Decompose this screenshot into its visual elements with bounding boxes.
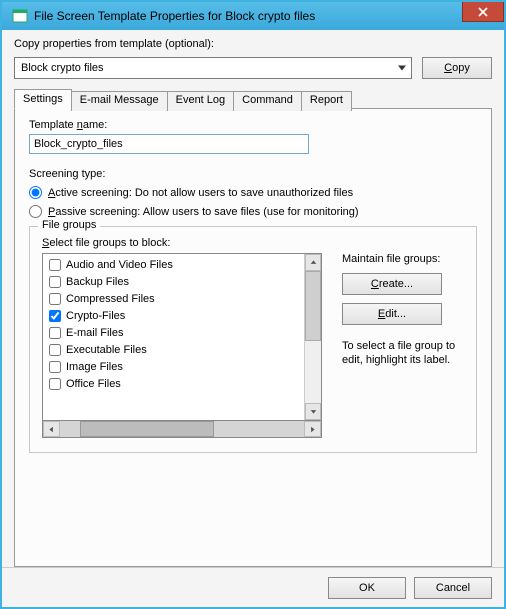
file-group-checkbox[interactable]	[49, 344, 61, 356]
file-group-checkbox[interactable]	[49, 259, 61, 271]
dialog-window: File Screen Template Properties for Bloc…	[0, 0, 506, 609]
radio-active-label: Active screening: Do not allow users to …	[48, 187, 353, 199]
file-group-label: Crypto-Files	[66, 310, 125, 322]
create-file-group-button[interactable]: Create...	[342, 273, 442, 295]
dialog-icon	[12, 8, 28, 24]
radio-passive-screening[interactable]: Passive screening: Allow users to save f…	[29, 205, 477, 218]
radio-active-input[interactable]	[29, 186, 42, 199]
tabstrip: Settings E-mail Message Event Log Comman…	[14, 89, 492, 109]
list-item[interactable]: Executable Files	[45, 341, 304, 358]
file-groups-listbox[interactable]: Audio and Video Files Backup Files Compres…	[42, 253, 322, 421]
file-group-label: E-mail Files	[66, 327, 123, 339]
close-button[interactable]	[462, 2, 504, 22]
copy-template-label: Copy properties from template (optional)…	[14, 38, 492, 50]
edit-file-group-button[interactable]: Edit...	[342, 303, 442, 325]
template-name-input[interactable]	[29, 134, 309, 154]
file-group-label: Audio and Video Files	[66, 259, 173, 271]
file-group-checkbox[interactable]	[49, 378, 61, 390]
scroll-up-button[interactable]	[305, 254, 321, 271]
radio-passive-label: Passive screening: Allow users to save f…	[48, 206, 359, 218]
file-group-checkbox[interactable]	[49, 276, 61, 288]
tab-panel-settings: Template name: Screening type: Active sc…	[14, 108, 492, 567]
file-group-label: Office Files	[66, 378, 121, 390]
radio-passive-input[interactable]	[29, 205, 42, 218]
scroll-right-button[interactable]	[304, 421, 321, 437]
hscroll-thumb[interactable]	[80, 421, 214, 437]
vertical-scrollbar[interactable]	[304, 254, 321, 420]
dialog-button-bar: OK Cancel	[2, 567, 504, 607]
file-group-label: Compressed Files	[66, 293, 155, 305]
file-groups-legend: File groups	[38, 219, 100, 231]
list-item[interactable]: Image Files	[45, 358, 304, 375]
cancel-button[interactable]: Cancel	[414, 577, 492, 599]
select-file-groups-label: Select file groups to block:	[42, 237, 464, 249]
screening-type-label: Screening type:	[29, 168, 477, 180]
file-group-label: Image Files	[66, 361, 123, 373]
scroll-left-button[interactable]	[43, 421, 60, 437]
tab-eventlog[interactable]: Event Log	[167, 91, 235, 111]
copy-button[interactable]: Copy	[422, 57, 492, 79]
list-item[interactable]: Office Files	[45, 375, 304, 392]
file-group-label: Executable Files	[66, 344, 147, 356]
tab-report[interactable]: Report	[301, 91, 352, 111]
list-item[interactable]: Crypto-Files	[45, 307, 304, 324]
maintain-label: Maintain file groups:	[342, 253, 464, 265]
titlebar[interactable]: File Screen Template Properties for Bloc…	[2, 2, 504, 30]
file-group-checkbox[interactable]	[49, 327, 61, 339]
copy-template-combobox[interactable]: Block crypto files	[14, 57, 412, 79]
scroll-thumb[interactable]	[305, 271, 321, 341]
scroll-down-button[interactable]	[305, 403, 321, 420]
list-item[interactable]: Audio and Video Files	[45, 256, 304, 273]
file-group-label: Backup Files	[66, 276, 129, 288]
tab-command[interactable]: Command	[233, 91, 302, 111]
horizontal-scrollbar[interactable]	[42, 421, 322, 438]
copy-template-selected: Block crypto files	[21, 62, 104, 74]
list-item[interactable]: Compressed Files	[45, 290, 304, 307]
file-group-checkbox[interactable]	[49, 293, 61, 305]
list-item[interactable]: Backup Files	[45, 273, 304, 290]
tab-email[interactable]: E-mail Message	[71, 91, 168, 111]
file-group-checkbox[interactable]	[49, 310, 61, 322]
template-name-label: Template name:	[29, 119, 477, 131]
radio-active-screening[interactable]: Active screening: Do not allow users to …	[29, 186, 477, 199]
ok-button[interactable]: OK	[328, 577, 406, 599]
edit-hint: To select a file group to edit, highligh…	[342, 339, 464, 368]
dialog-title: File Screen Template Properties for Bloc…	[34, 9, 315, 23]
dialog-body: Copy properties from template (optional)…	[2, 30, 504, 567]
file-groups-fieldset: File groups Select file groups to block:…	[29, 226, 477, 453]
file-group-checkbox[interactable]	[49, 361, 61, 373]
list-item[interactable]: E-mail Files	[45, 324, 304, 341]
tab-settings[interactable]: Settings	[14, 89, 72, 109]
